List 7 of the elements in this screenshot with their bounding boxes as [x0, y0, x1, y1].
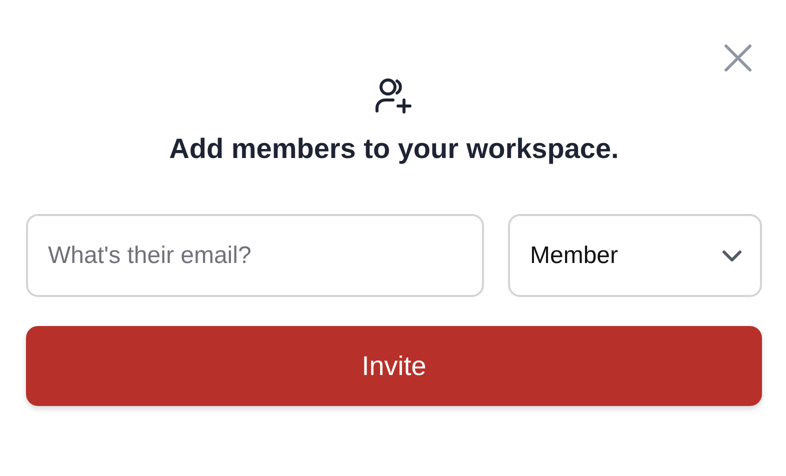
add-user-icon — [375, 78, 413, 114]
role-dropdown[interactable]: Member — [508, 214, 762, 297]
email-field[interactable]: What's their email? — [26, 214, 484, 297]
invite-button[interactable]: Invite — [26, 326, 762, 406]
close-icon — [724, 44, 752, 72]
dialog-title: Add members to your workspace. — [168, 132, 620, 166]
chevron-down-icon — [722, 250, 742, 262]
